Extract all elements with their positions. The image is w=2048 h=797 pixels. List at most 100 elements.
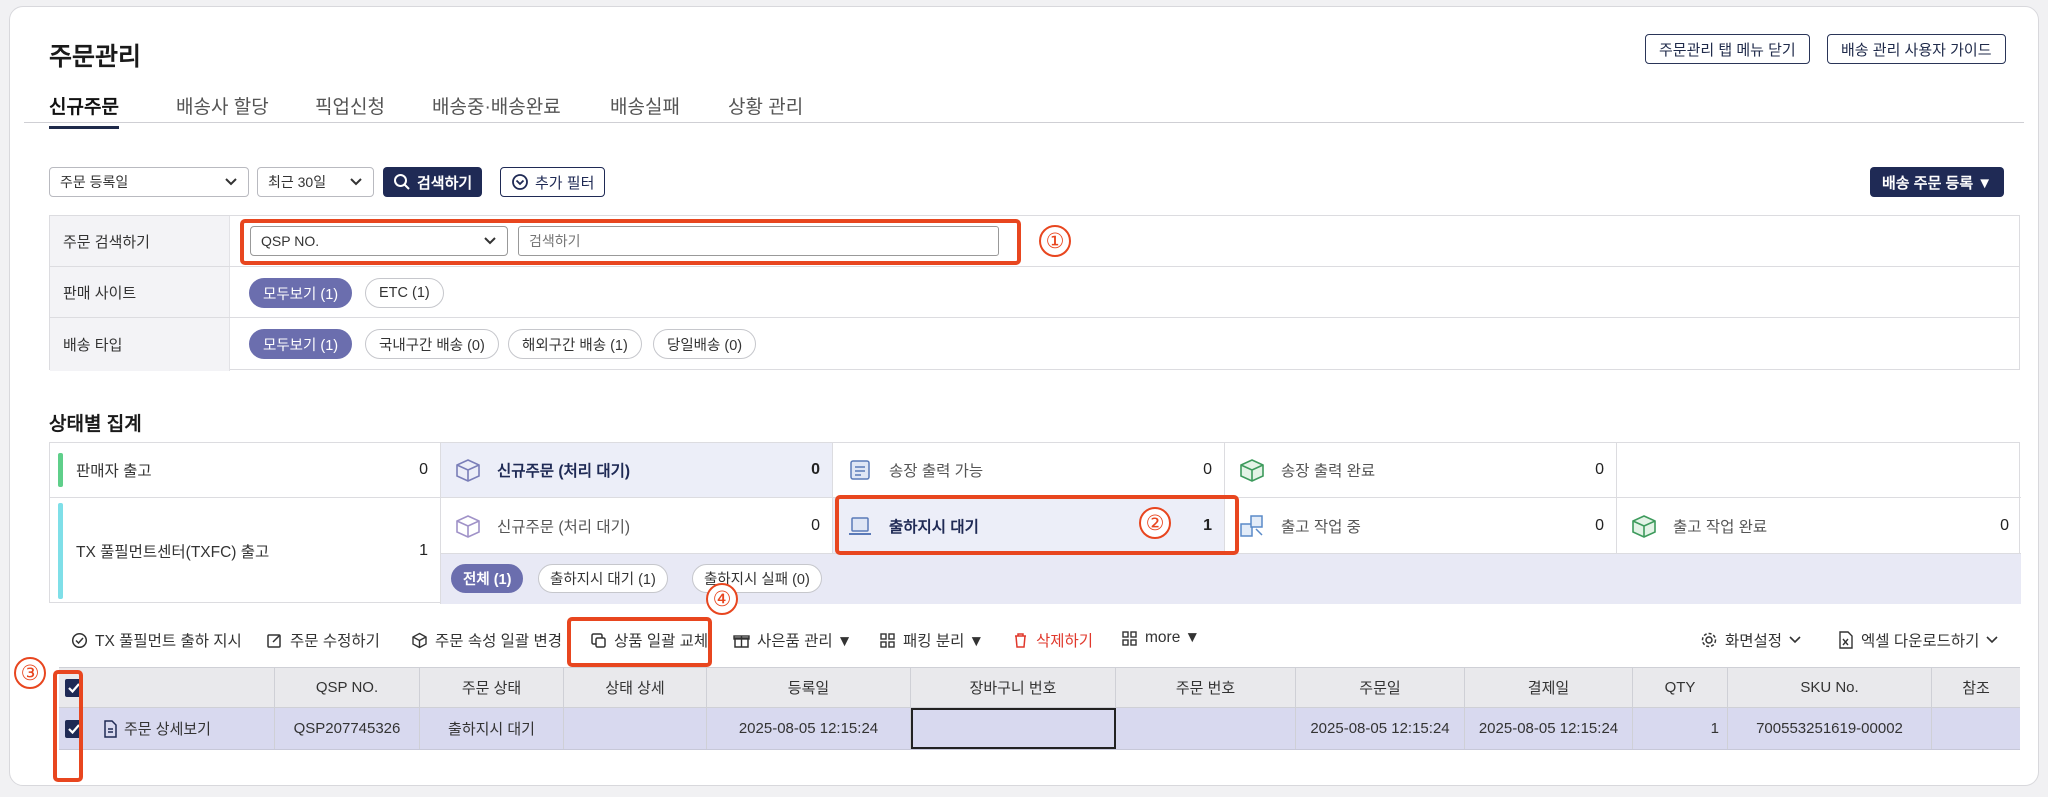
date-type-select[interactable]: 주문 등록일 bbox=[49, 167, 249, 197]
tab-bar: 신규주문 배송사 할당 픽업신청 배송중·배송완료 배송실패 상황 관리 bbox=[24, 87, 2024, 129]
cell-reg-date: 2025-08-05 12:15:24 bbox=[707, 708, 911, 749]
col-detail bbox=[89, 668, 275, 707]
tab-new-orders[interactable]: 신규주문 bbox=[49, 92, 119, 129]
cell-order-status: 출하지시 대기 bbox=[420, 708, 564, 749]
sub-filter-wait[interactable]: 출하지시 대기 (1) bbox=[538, 564, 668, 593]
shipping-in-progress-cell[interactable]: 출고 작업 중 0 bbox=[1225, 498, 1617, 553]
box-icon bbox=[453, 457, 483, 483]
excel-download-button[interactable]: 엑셀 다운로드하기 bbox=[1838, 629, 1998, 651]
close-tab-menu-button[interactable]: 주문관리 탭 메뉴 닫기 bbox=[1645, 34, 1810, 64]
col-qsp-no[interactable]: QSP NO. bbox=[275, 668, 420, 707]
more-button[interactable]: more ▼ bbox=[1121, 629, 1200, 647]
sales-site-all-pill[interactable]: 모두보기 (1) bbox=[249, 278, 353, 308]
annotation-1: ① bbox=[1039, 225, 1071, 257]
cell-qsp-no: QSP207745326 bbox=[275, 708, 420, 749]
chevron-down-icon bbox=[1789, 636, 1801, 644]
view-settings-button[interactable]: 화면설정 bbox=[1700, 629, 1801, 651]
box-icon bbox=[453, 513, 483, 539]
grid-icon bbox=[1122, 630, 1137, 646]
box-check-icon bbox=[1629, 513, 1659, 539]
excel-icon bbox=[1839, 631, 1853, 649]
chevron-down-icon bbox=[225, 178, 237, 186]
filter-panel: 주문 검색하기 QSP NO. ① 판매 사이트 모두보기 (1) ETC (1… bbox=[49, 215, 2020, 371]
shipping-complete-cell[interactable]: 출고 작업 완료 0 bbox=[1617, 498, 2021, 553]
add-filter-button[interactable]: 추가 필터 bbox=[500, 167, 606, 197]
sales-site-label: 판매 사이트 bbox=[50, 267, 230, 317]
status-summary-panel: 판매자 출고 0 TX 풀필먼트센터(TXFC) 출고 1 신규주문 (처리 대… bbox=[49, 442, 2021, 604]
table-header: QSP NO. 주문 상태 상태 상세 등록일 장바구니 번호 주문 번호 주문… bbox=[59, 668, 2020, 708]
delivery-type-all-pill[interactable]: 모두보기 (1) bbox=[249, 329, 353, 359]
period-select[interactable]: 최근 30일 bbox=[257, 167, 374, 197]
sales-site-etc-pill[interactable]: ETC (1) bbox=[365, 278, 444, 308]
search-icon bbox=[394, 174, 410, 190]
invoice-printable-cell[interactable]: 송장 출력 가능 0 bbox=[833, 443, 1225, 498]
delivery-type-domestic-pill[interactable]: 국내구간 배송 (0) bbox=[365, 329, 499, 359]
txfc-ship-instruct-button[interactable]: TX 풀필먼트 출하 지시 bbox=[71, 629, 242, 651]
boxes-icon bbox=[1237, 513, 1267, 539]
orders-table: QSP NO. 주문 상태 상태 상세 등록일 장바구니 번호 주문 번호 주문… bbox=[59, 667, 2020, 750]
delivery-type-sameday-pill[interactable]: 당일배송 (0) bbox=[653, 329, 757, 359]
action-toolbar: TX 풀필먼트 출하 지시 주문 수정하기 주문 속성 일괄 변경 상품 일괄 … bbox=[66, 629, 2016, 655]
tab-pickup-request[interactable]: 픽업신청 bbox=[315, 92, 385, 119]
invoice-printed-cell[interactable]: 송장 출력 완료 0 bbox=[1225, 443, 1617, 498]
annotation-2: ② bbox=[1139, 507, 1171, 539]
col-qty[interactable]: QTY bbox=[1633, 668, 1728, 707]
col-ref[interactable]: 참조 bbox=[1932, 668, 2020, 707]
col-status-detail[interactable]: 상태 상세 bbox=[564, 668, 707, 707]
new-order-pending-cell-txfc[interactable]: 신규주문 (처리 대기) 0 bbox=[441, 498, 833, 553]
chevron-down-icon bbox=[350, 178, 362, 186]
cyan-accent-bar bbox=[58, 503, 63, 599]
empty-cell bbox=[1617, 443, 2021, 498]
register-delivery-order-button[interactable]: 배송 주문 등록 ▼ bbox=[1870, 167, 2005, 197]
seller-shipment-cell[interactable]: 판매자 출고 0 bbox=[50, 443, 441, 498]
order-search-row: 주문 검색하기 QSP NO. ① bbox=[50, 216, 2019, 267]
tab-in-delivery[interactable]: 배송중·배송완료 bbox=[432, 92, 561, 119]
cell-order-date: 2025-08-05 12:15:24 bbox=[1296, 708, 1465, 749]
cell-sku: 700553251619-00002 bbox=[1728, 708, 1932, 749]
delivery-type-overseas-pill[interactable]: 해외구간 배송 (1) bbox=[508, 329, 642, 359]
cell-order-no bbox=[1116, 708, 1296, 749]
table-row[interactable]: 주문 상세보기 QSP207745326 출하지시 대기 2025-08-05 … bbox=[59, 708, 2020, 750]
cell-pay-date: 2025-08-05 12:15:24 bbox=[1465, 708, 1633, 749]
tab-status-management[interactable]: 상황 관리 bbox=[728, 92, 803, 119]
filter-circle-icon bbox=[512, 174, 528, 190]
delivery-type-row: 배송 타입 모두보기 (1) 국내구간 배송 (0) 해외구간 배송 (1) 당… bbox=[50, 318, 2019, 371]
search-button[interactable]: 검색하기 bbox=[383, 167, 483, 197]
highlight-box-2 bbox=[835, 495, 1239, 555]
document-icon bbox=[104, 719, 117, 738]
txfc-shipment-cell[interactable]: TX 풀필먼트센터(TXFC) 출고 1 bbox=[50, 498, 441, 604]
col-reg-date[interactable]: 등록일 bbox=[707, 668, 911, 707]
annotation-3: ③ bbox=[14, 657, 46, 689]
trash-icon bbox=[1015, 632, 1026, 648]
delivery-type-label: 배송 타입 bbox=[50, 318, 230, 371]
gift-icon bbox=[733, 634, 750, 648]
cube-icon bbox=[412, 632, 427, 648]
packing-split-button[interactable]: 패킹 분리 ▼ bbox=[879, 629, 984, 651]
edit-order-button[interactable]: 주문 수정하기 bbox=[266, 629, 380, 651]
col-sku[interactable]: SKU No. bbox=[1728, 668, 1932, 707]
green-accent-bar bbox=[58, 453, 63, 487]
gift-management-button[interactable]: 사은품 관리 ▼ bbox=[733, 629, 852, 651]
sub-filter-all[interactable]: 전체 (1) bbox=[451, 564, 524, 593]
new-order-pending-cell-seller[interactable]: 신규주문 (처리 대기) 0 bbox=[441, 443, 833, 498]
order-management-panel: 주문관리 주문관리 탭 메뉴 닫기 배송 관리 사용자 가이드 신규주문 배송사… bbox=[9, 6, 2039, 786]
col-pay-date[interactable]: 결제일 bbox=[1465, 668, 1633, 707]
col-cart-no[interactable]: 장바구니 번호 bbox=[911, 668, 1116, 707]
highlight-box-3 bbox=[53, 670, 83, 782]
page-title: 주문관리 bbox=[49, 43, 142, 71]
bulk-change-attributes-button[interactable]: 주문 속성 일괄 변경 bbox=[411, 629, 562, 651]
status-summary-title: 상태별 집계 bbox=[49, 414, 142, 435]
cell-cart-no[interactable] bbox=[911, 708, 1116, 749]
col-order-no[interactable]: 주문 번호 bbox=[1116, 668, 1296, 707]
order-detail-link[interactable]: 주문 상세보기 bbox=[89, 708, 275, 749]
col-order-status[interactable]: 주문 상태 bbox=[420, 668, 564, 707]
col-order-date[interactable]: 주문일 bbox=[1296, 668, 1465, 707]
cell-ref bbox=[1932, 708, 2020, 749]
user-guide-button[interactable]: 배송 관리 사용자 가이드 bbox=[1827, 34, 2006, 64]
tab-carrier-assign[interactable]: 배송사 할당 bbox=[176, 92, 269, 119]
delete-button[interactable]: 삭제하기 bbox=[1012, 629, 1093, 651]
sales-site-row: 판매 사이트 모두보기 (1) ETC (1) bbox=[50, 267, 2019, 318]
tab-delivery-failed[interactable]: 배송실패 bbox=[610, 92, 680, 119]
highlight-box-1 bbox=[240, 219, 1021, 265]
order-search-label: 주문 검색하기 bbox=[50, 216, 230, 266]
